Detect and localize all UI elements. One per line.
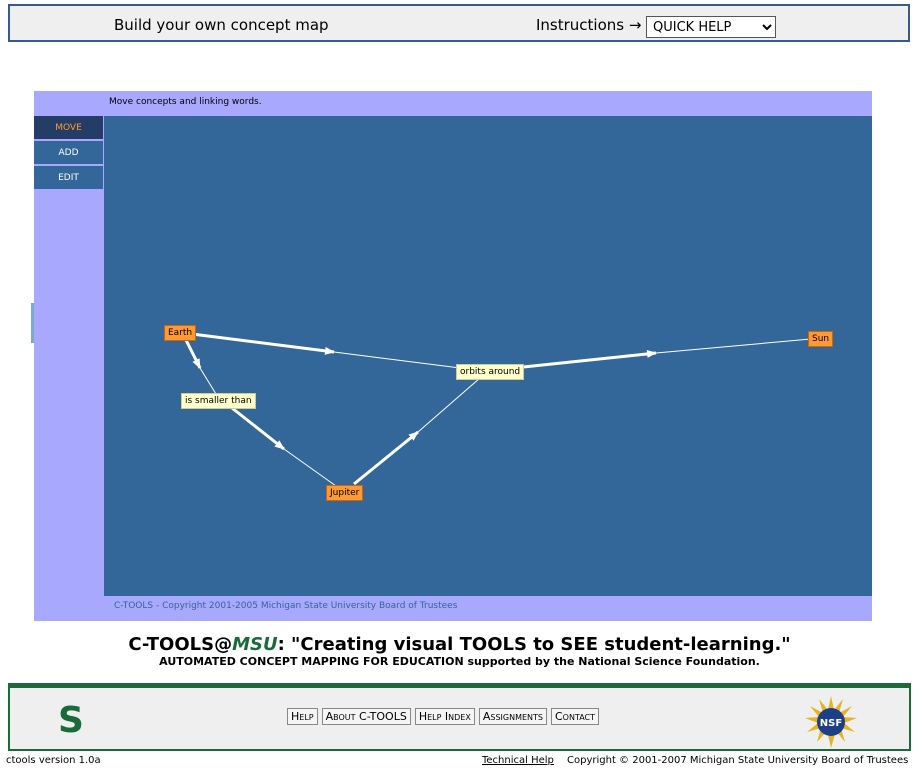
concept-earth[interactable]: Earth xyxy=(164,325,197,341)
concept-map-applet: Move concepts and linking words. MOVE AD… xyxy=(34,91,872,621)
edge-orbits-sun-thin xyxy=(655,337,823,354)
edge-smaller-jupiter-thin xyxy=(283,448,337,487)
version-text: ctools version 1.0a xyxy=(6,755,101,766)
edit-mode-button[interactable]: EDIT xyxy=(34,166,103,190)
assignments-link[interactable]: Assignments xyxy=(478,708,547,725)
edge-earth-orbits-thin xyxy=(333,351,477,371)
status-text: Move concepts and linking words. xyxy=(109,97,262,107)
about-ctools-link[interactable]: About C-TOOLS xyxy=(321,708,411,725)
tagline-rest: : "Creating visual TOOLS to SEE student-… xyxy=(277,634,791,655)
nsf-logo-icon[interactable]: NSF xyxy=(805,696,857,748)
concept-jupiter[interactable]: Jupiter xyxy=(326,485,364,501)
technical-help-link[interactable]: Technical Help xyxy=(482,755,554,766)
applet-copyright: C-TOOLS - Copyright 2001-2005 Michigan S… xyxy=(114,601,458,611)
edge-orbits-sun-bold xyxy=(513,349,657,370)
linking-word-orbits-around[interactable]: orbits around xyxy=(456,364,525,380)
edge-jupiter-orbits-bold xyxy=(353,430,419,486)
msu-logo-icon[interactable]: S xyxy=(56,703,86,739)
edge-smaller-jupiter-bold xyxy=(231,406,285,451)
footer-bar: S Help About C-TOOLS Help Index Assignme… xyxy=(8,683,911,751)
linking-word-is-smaller-than[interactable]: is smaller than xyxy=(181,393,256,409)
footer-copyright: Copyright © 2001-2007 Michigan State Uni… xyxy=(567,755,909,766)
concept-map-edges xyxy=(184,332,823,487)
instructions-label: Instructions → xyxy=(536,16,642,34)
quick-help-select[interactable]: QUICK HELP xyxy=(646,16,776,38)
tagline: C-TOOLS@MSU: "Creating visual TOOLS to S… xyxy=(0,634,919,655)
concept-map-canvas[interactable]: Earth Sun Jupiter is smaller than orbits… xyxy=(104,116,872,596)
page-title: Build your own concept map xyxy=(114,16,329,34)
header-bar: Build your own concept map Instructions … xyxy=(8,4,910,42)
edge-earth-smaller-thin xyxy=(199,367,217,395)
concept-sun[interactable]: Sun xyxy=(808,331,834,347)
edge-jupiter-orbits-thin xyxy=(417,377,481,433)
help-index-link[interactable]: Help Index xyxy=(414,708,475,725)
nsf-logo-text: NSF xyxy=(820,718,842,729)
tagline-msu: MSU xyxy=(232,634,278,655)
footer-nav: Help About C-TOOLS Help Index Assignment… xyxy=(287,708,600,725)
contact-link[interactable]: Contact xyxy=(550,708,600,725)
edge-earth-orbits-bold xyxy=(191,332,335,355)
edge-earth-smaller-bold xyxy=(184,339,202,369)
add-mode-button[interactable]: ADD xyxy=(34,141,103,165)
tagline-prefix: C-TOOLS@ xyxy=(128,634,233,655)
help-link[interactable]: Help xyxy=(287,708,318,725)
move-mode-button[interactable]: MOVE xyxy=(34,116,103,140)
tagline-subline: AUTOMATED CONCEPT MAPPING FOR EDUCATION … xyxy=(159,655,760,668)
